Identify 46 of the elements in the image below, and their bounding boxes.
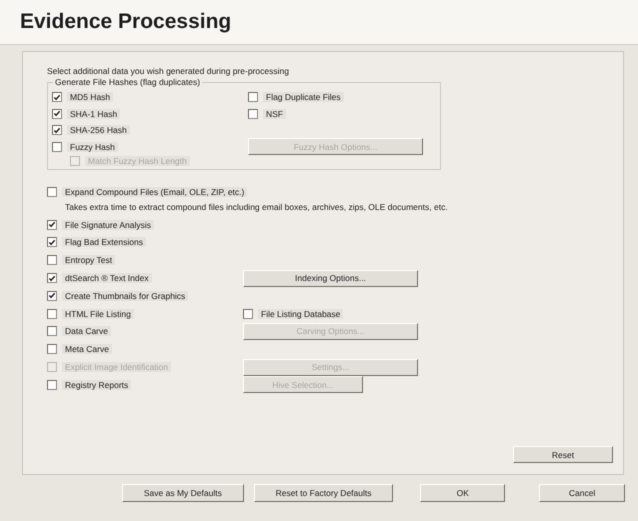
checkbox[interactable] — [47, 380, 57, 390]
dialog-button[interactable]: OK — [420, 484, 506, 502]
checkbox[interactable] — [47, 273, 57, 284]
options-button[interactable]: Indexing Options... — [243, 270, 418, 287]
checkbox-label: Data Carve — [62, 326, 111, 336]
checkbox[interactable] — [52, 108, 62, 119]
checkbox[interactable] — [47, 308, 57, 319]
window-title: Evidence Processing — [20, 10, 232, 34]
checkbox[interactable] — [243, 308, 253, 319]
checkbox-label: Create Thumbnails for Graphics — [62, 290, 188, 301]
checkbox-label: Flag Duplicate Files — [263, 92, 344, 102]
checkbox-label: NSF — [263, 108, 286, 119]
checkbox[interactable] — [52, 92, 62, 102]
checkbox[interactable] — [47, 186, 57, 197]
checkbox[interactable] — [47, 255, 57, 266]
checkbox[interactable] — [52, 142, 62, 152]
checkbox-label: Meta Carve — [62, 344, 112, 354]
checkbox[interactable] — [47, 220, 57, 230]
checkbox-label: File Listing Database — [258, 308, 344, 319]
checkbox[interactable] — [47, 290, 57, 301]
instruction-text: Select additional data you wish generated during pre-processing — [47, 66, 290, 76]
checkbox[interactable] — [47, 326, 57, 336]
checkbox-label: HTML File Listing — [62, 308, 134, 319]
reset-button[interactable]: Reset — [513, 446, 613, 463]
checkbox-label: File Signature Analysis — [62, 220, 154, 230]
checkbox-label: Explicit Image Identification — [62, 362, 171, 372]
dialog-button[interactable]: Reset to Factory Defaults — [254, 484, 394, 502]
checkbox[interactable] — [47, 237, 57, 248]
checkbox[interactable] — [52, 125, 62, 136]
group-title: Generate File Hashes (flag duplicates) — [53, 77, 202, 87]
dialog-button[interactable]: Cancel — [539, 484, 625, 502]
checkbox-label: Fuzzy Hash — [67, 142, 118, 152]
checkbox-label: Entropy Test — [62, 255, 116, 266]
checkbox-label: Expand Compound Files (Email, OLE, ZIP, etc.) — [62, 186, 248, 197]
checkbox-label: SHA-256 Hash — [67, 125, 130, 136]
checkbox[interactable] — [248, 92, 258, 102]
checkbox-label: Registry Reports — [62, 380, 132, 390]
checkbox-label: Flag Bad Extensions — [62, 237, 146, 248]
dialog-button[interactable]: Save as My Defaults — [122, 484, 244, 502]
checkbox-label: SHA-1 Hash — [67, 108, 120, 119]
checkbox-label: dtSearch ® Text Index — [62, 273, 152, 284]
checkbox-label: MD5 Hash — [67, 92, 114, 102]
description-text: Takes extra time to extract compound files including email boxes, archives, zips, OLE documents, etc. — [64, 200, 449, 214]
checkbox[interactable] — [248, 108, 258, 119]
checkbox-label: Match Fuzzy Hash Length — [85, 156, 190, 166]
checkbox[interactable] — [47, 344, 57, 354]
